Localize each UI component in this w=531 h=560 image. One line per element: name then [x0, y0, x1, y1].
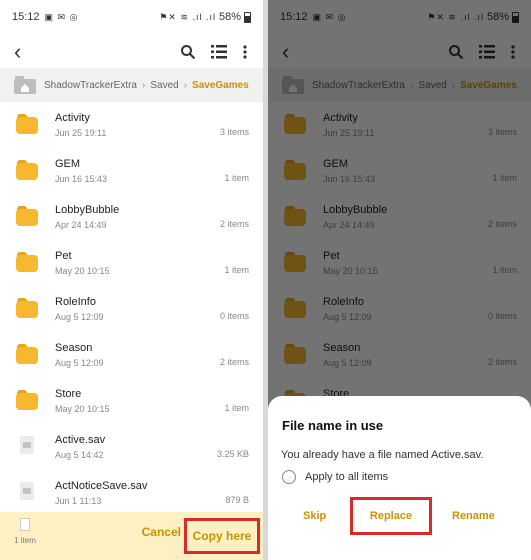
replace-button[interactable]: Replace [350, 497, 432, 535]
item-date: Jun 16 15:43 [55, 174, 108, 184]
item-name: LobbyBubble [55, 204, 120, 216]
item-date: Jun 25 19:11 [55, 128, 107, 138]
folder-item[interactable]: Store May 20 10:15 1 item [0, 380, 263, 426]
item-count: 0 items [219, 311, 249, 321]
folder-icon [16, 298, 38, 318]
item-date: Aug 5 12:09 [55, 358, 104, 368]
item-count: 1 item [224, 265, 249, 275]
rename-button[interactable]: Rename [452, 510, 495, 522]
toolbar: ‹ [0, 34, 263, 72]
item-count: 2 items [219, 219, 249, 229]
clipboard-count: 1 item [14, 536, 36, 545]
folder-icon [16, 252, 38, 272]
status-time: 15:12 [12, 11, 40, 23]
clipboard-preview: 1 item [8, 518, 42, 545]
folder-item[interactable]: RoleInfo Aug 5 12:09 0 items [0, 288, 263, 334]
item-date: Aug 5 12:09 [55, 312, 104, 322]
folder-item[interactable]: LobbyBubble Apr 24 14:49 2 items [0, 196, 263, 242]
breadcrumb-current: SaveGames [192, 79, 249, 91]
copy-here-button[interactable]: Copy here [184, 518, 260, 554]
breadcrumb-item[interactable]: ShadowTrackerExtra [44, 80, 137, 91]
more-options-icon[interactable] [233, 40, 257, 64]
apply-to-all-checkbox[interactable]: Apply to all items [282, 470, 388, 484]
folder-item[interactable]: Pet May 20 10:15 1 item [0, 242, 263, 288]
copy-action-bar: 1 item Cancel Copy here [0, 512, 263, 560]
breadcrumb: ShadowTrackerExtra › Saved › SaveGames [0, 68, 263, 102]
file-manager-right: 15:12 ▣ ✉ ◎ ⚑✕ ≋ .ıl .ıl 58% ‹ ShadowTra… [268, 0, 531, 560]
folder-icon [16, 206, 38, 226]
cancel-button[interactable]: Cancel [142, 525, 181, 539]
folder-item[interactable]: Activity Jun 25 19:11 3 items [0, 104, 263, 150]
signal-icons: ⚑✕ ≋ .ıl .ıl [159, 11, 216, 22]
file-icon [16, 436, 38, 456]
back-arrow-icon[interactable]: ‹ [14, 40, 21, 64]
file-list: Activity Jun 25 19:11 3 items GEM Jun 16 15:… [0, 104, 263, 518]
chevron-right-icon: › [183, 79, 188, 91]
item-date: May 20 10:15 [55, 404, 110, 414]
item-count: 1 item [224, 173, 249, 183]
item-count: 2 items [219, 357, 249, 367]
folder-item[interactable]: Season Aug 5 12:09 2 items [0, 334, 263, 380]
clipboard-file-icon [20, 518, 30, 531]
item-name: GEM [55, 158, 81, 170]
item-date: Apr 24 14:49 [55, 220, 107, 230]
notification-icons: ▣ ✉ ◎ [44, 11, 79, 22]
battery-percent: 58% [218, 11, 241, 23]
folder-icon [16, 390, 38, 410]
item-name: RoleInfo [55, 296, 96, 308]
file-icon [16, 482, 38, 502]
apply-to-all-label: Apply to all items [305, 471, 389, 483]
item-name: Activity [55, 112, 90, 124]
item-count: 3 items [219, 127, 249, 137]
radio-icon[interactable] [282, 470, 296, 484]
status-bar: 15:12 ▣ ✉ ◎ ⚑✕ ≋ .ıl .ıl 58% [0, 0, 263, 34]
folder-icon [16, 344, 38, 364]
item-date: Jun 1 11:13 [55, 496, 102, 506]
item-date: May 20 10:15 [55, 266, 110, 276]
file-manager-left: 15:12 ▣ ✉ ◎ ⚑✕ ≋ .ıl .ıl 58% ‹ ShadowTra… [0, 0, 263, 560]
item-name: Season [55, 342, 93, 354]
folder-icon [16, 160, 38, 180]
folder-icon [16, 114, 38, 134]
item-date: Aug 5 14:42 [55, 450, 104, 460]
chevron-right-icon: › [142, 79, 146, 91]
skip-button[interactable]: Skip [303, 510, 326, 522]
battery-icon [244, 11, 251, 23]
item-name: Store [55, 388, 82, 400]
search-icon[interactable] [176, 40, 200, 64]
item-name: ActNoticeSave.sav [55, 480, 148, 492]
dialog-message: You already have a file named Active.sav… [281, 449, 484, 461]
file-item[interactable]: Active.sav Aug 5 14:42 3.25 KB [0, 426, 263, 472]
home-folder-icon[interactable] [14, 76, 36, 94]
item-name: Pet [55, 250, 72, 262]
item-size: 3.25 KB [216, 449, 249, 459]
breadcrumb-item[interactable]: Saved [150, 80, 178, 91]
file-name-in-use-dialog: File name in use You already have a file… [268, 396, 531, 560]
list-view-icon[interactable] [207, 40, 231, 64]
dialog-title: File name in use [282, 418, 384, 433]
item-count: 1 item [224, 403, 249, 413]
folder-item[interactable]: GEM Jun 16 15:43 1 item [0, 150, 263, 196]
item-name: Active.sav [55, 434, 106, 446]
item-size: 879 B [225, 495, 249, 505]
